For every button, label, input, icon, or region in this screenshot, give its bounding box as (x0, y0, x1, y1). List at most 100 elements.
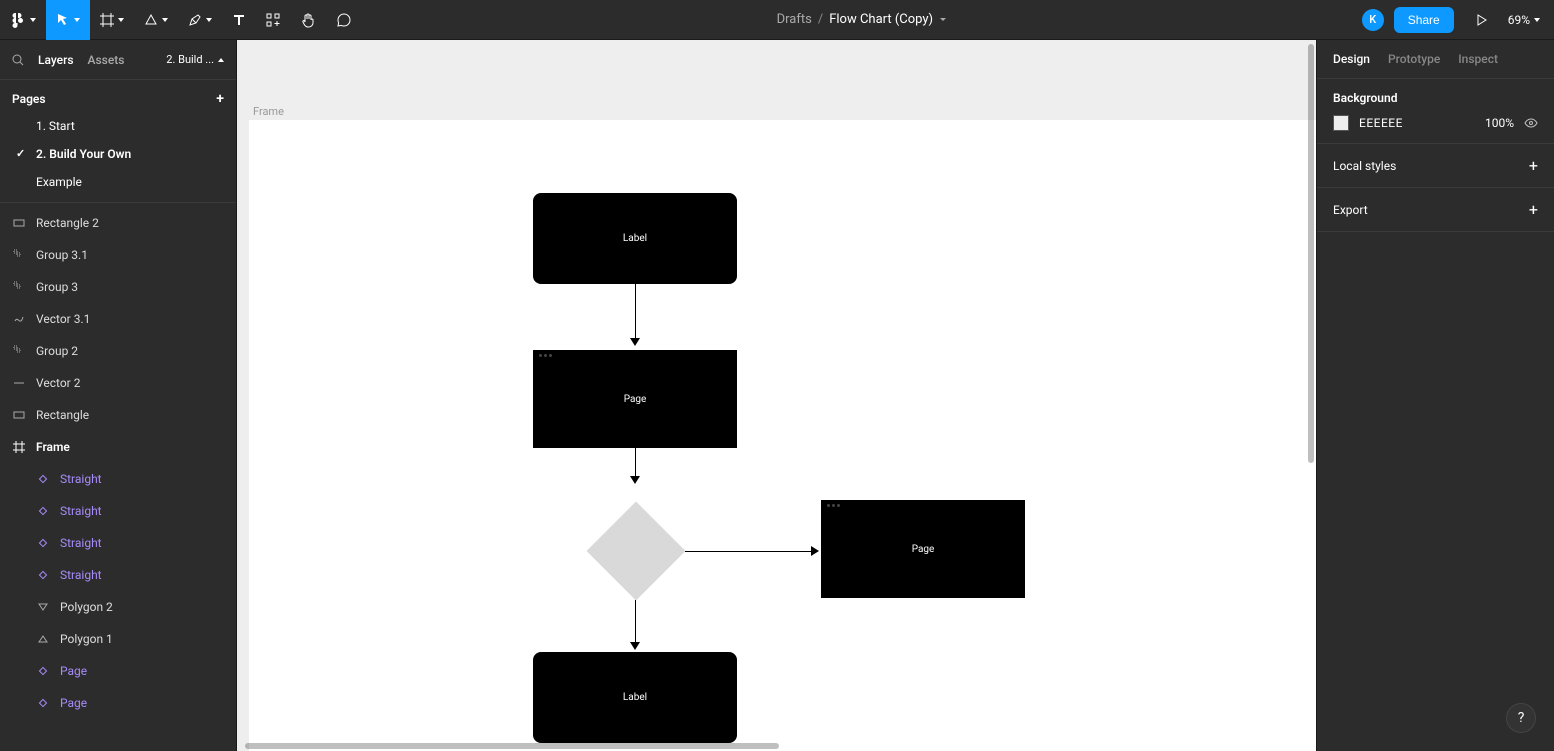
layer-row[interactable]: Straight (0, 527, 236, 559)
diamond-icon (36, 569, 50, 581)
page-item-build-your-own[interactable]: 2. Build Your Own (0, 140, 236, 168)
layer-row[interactable]: Vector 2 (0, 367, 236, 399)
layer-row[interactable]: Straight (0, 463, 236, 495)
layer-row[interactable]: Group 3 (0, 271, 236, 303)
layer-label: Straight (60, 536, 102, 550)
breadcrumb-root: Drafts (777, 12, 812, 27)
flowchart-box-4[interactable]: Label (533, 652, 737, 743)
page-item-example[interactable]: Example (0, 168, 236, 196)
frame-tool[interactable] (90, 0, 134, 40)
user-avatar[interactable]: K (1362, 9, 1384, 31)
flowchart-box-3[interactable]: Page (821, 500, 1025, 598)
layer-label: Straight (60, 472, 102, 486)
box4-label: Label (623, 692, 647, 703)
flowchart-box-1[interactable]: Label (533, 193, 737, 284)
figma-logo-icon (10, 12, 26, 28)
frame-label[interactable]: Frame (253, 105, 284, 118)
background-row[interactable]: EEEEEE 100% (1333, 115, 1538, 131)
local-styles-title: Local styles (1333, 159, 1396, 173)
layer-row[interactable]: Straight (0, 559, 236, 591)
poly-down-icon (36, 601, 50, 613)
main-menu-button[interactable] (0, 0, 46, 40)
avatar-initial: K (1369, 13, 1376, 26)
layer-row[interactable]: Frame (0, 431, 236, 463)
resources-tool[interactable] (256, 0, 290, 40)
text-tool[interactable] (222, 0, 256, 40)
canvas[interactable]: Frame Label Page (237, 40, 1316, 751)
toolbar-left (0, 0, 362, 39)
tab-assets[interactable]: Assets (88, 53, 125, 67)
page-item-start[interactable]: 1. Start (0, 112, 236, 140)
box1-label: Label (623, 233, 647, 244)
layer-row[interactable]: Page (0, 655, 236, 687)
arrow-diamond-4-line (635, 600, 636, 644)
group-icon (12, 281, 26, 293)
arrow-diamond-3-head (811, 546, 819, 556)
add-export-button[interactable]: + (1529, 200, 1538, 219)
flowchart-box-2[interactable]: Page (533, 350, 737, 448)
local-styles-section[interactable]: Local styles + (1317, 144, 1554, 188)
background-opacity[interactable]: 100% (1485, 116, 1514, 130)
help-button[interactable]: ? (1506, 703, 1536, 733)
cursor-icon (56, 13, 70, 27)
layer-label: Group 3 (36, 280, 78, 294)
play-icon (1474, 13, 1488, 27)
layer-label: Rectangle (36, 408, 89, 422)
layer-label: Straight (60, 568, 102, 582)
background-section: Background EEEEEE 100% (1317, 79, 1554, 144)
page-indicator[interactable]: 2. Build ... (166, 53, 224, 66)
tab-design[interactable]: Design (1333, 52, 1370, 66)
scrollbar-thumb[interactable] (1308, 44, 1314, 463)
export-title: Export (1333, 203, 1368, 217)
frame-surface[interactable]: Label Page Page (249, 120, 1316, 751)
comment-icon (336, 12, 352, 28)
layer-row[interactable]: Rectangle (0, 399, 236, 431)
tab-inspect[interactable]: Inspect (1458, 52, 1498, 66)
help-label: ? (1518, 710, 1525, 726)
hand-tool[interactable] (290, 0, 326, 40)
top-toolbar: Drafts / Flow Chart (Copy) K Share 69% (0, 0, 1554, 40)
file-breadcrumb[interactable]: Drafts / Flow Chart (Copy) (362, 12, 1362, 27)
arrow-2-diamond-line (635, 448, 636, 478)
scrollbar-thumb[interactable] (245, 743, 779, 749)
pages-header: Pages + (0, 86, 236, 112)
present-button[interactable] (1464, 13, 1498, 27)
layer-row[interactable]: Polygon 2 (0, 591, 236, 623)
layer-row[interactable]: Rectangle 2 (0, 207, 236, 239)
color-swatch[interactable] (1333, 115, 1349, 131)
layer-row[interactable]: Straight (0, 495, 236, 527)
workspace: Layers Assets 2. Build ... Pages + 1. St… (0, 40, 1554, 751)
layer-row[interactable]: Group 2 (0, 335, 236, 367)
move-tool[interactable] (46, 0, 90, 40)
add-page-button[interactable]: + (216, 92, 224, 106)
tab-layers[interactable]: Layers (38, 53, 74, 67)
flowchart-diamond[interactable] (587, 502, 686, 601)
frame-icon (100, 13, 114, 27)
tab-prototype[interactable]: Prototype (1388, 52, 1440, 66)
export-section[interactable]: Export + (1317, 188, 1554, 232)
shape-tool[interactable] (134, 0, 178, 40)
layer-label: Group 2 (36, 344, 78, 358)
layer-row[interactable]: Page (0, 687, 236, 719)
pages-title: Pages (12, 92, 46, 106)
layer-row[interactable]: Group 3.1 (0, 239, 236, 271)
background-hex[interactable]: EEEEEE (1359, 116, 1475, 130)
layer-row[interactable]: Vector 3.1 (0, 303, 236, 335)
toolbar-right: K Share 69% (1362, 7, 1554, 33)
hand-icon (300, 12, 316, 28)
resources-icon (266, 13, 280, 27)
layer-row[interactable]: Polygon 1 (0, 623, 236, 655)
pen-tool[interactable] (178, 0, 222, 40)
canvas-scrollbar-vertical[interactable] (1306, 40, 1316, 739)
add-style-button[interactable]: + (1529, 156, 1538, 175)
pages-section: Pages + 1. Start 2. Build Your Own Examp… (0, 80, 236, 203)
visibility-icon[interactable] (1524, 116, 1538, 130)
search-icon[interactable] (12, 54, 24, 66)
zoom-menu[interactable]: 69% (1508, 13, 1540, 27)
comment-tool[interactable] (326, 0, 362, 40)
arrow-1-2-line (635, 284, 636, 340)
rect-icon (12, 217, 26, 229)
right-panel: Design Prototype Inspect Background EEEE… (1316, 40, 1554, 751)
share-button[interactable]: Share (1394, 7, 1454, 33)
canvas-scrollbar-horizontal[interactable] (237, 741, 1304, 751)
